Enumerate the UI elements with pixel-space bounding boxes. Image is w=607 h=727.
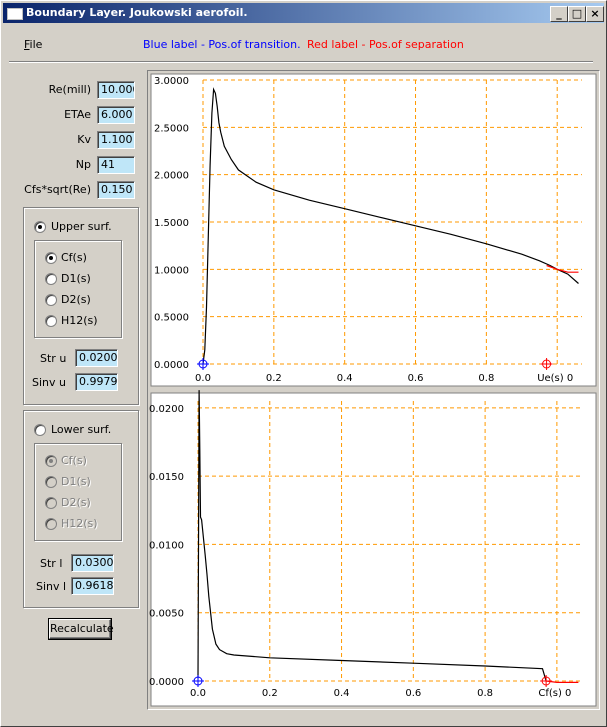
x-tick-label: 0.0	[190, 688, 206, 699]
upper-option-h12-radio[interactable]	[45, 315, 57, 327]
minimize-button[interactable]: _	[550, 6, 568, 22]
x-axis-label: Cf(s) 0	[538, 688, 571, 699]
lower-str-field[interactable]: 0.0300	[71, 554, 114, 572]
lower-surface-group: Lower surf. Cf(s) D1(s) D2(s) H12(s) Str…	[23, 410, 139, 608]
plots-svg: 0.0000 0.5000 1.0000 1.5000 2.0000 2.5000 3.00…	[149, 73, 597, 707]
upper-sinv-label: Sinv u	[32, 376, 66, 389]
y-tick-label: 0.0150	[149, 472, 184, 483]
x-tick-label: 0.4	[337, 373, 353, 384]
lower-str-label: Str l	[40, 557, 63, 570]
window-title: Boundary Layer. Joukowski aerofoil.	[26, 6, 248, 19]
lower-option-d1-label: D1(s)	[61, 475, 91, 488]
y-tick-label: 0.0050	[149, 609, 184, 620]
y-tick-label: 3.0000	[154, 76, 189, 87]
lower-surface-radio[interactable]	[34, 424, 46, 436]
app-icon	[7, 8, 23, 20]
menu-separator	[9, 61, 593, 63]
param-field-np[interactable]: 41	[97, 156, 135, 174]
x-tick-label: 0.4	[334, 688, 350, 699]
lower-plot: 0.0000 0.0050 0.0100 0.0150 0.0200 0.0 0.2 0.4 0…	[149, 390, 597, 707]
y-tick-label: 0.0100	[149, 540, 184, 551]
upper-sinv-field[interactable]: 0.9979	[75, 373, 118, 391]
plot-background	[150, 392, 597, 707]
y-tick-label: 0.0000	[149, 677, 184, 688]
upper-option-h12-label[interactable]: H12(s)	[61, 314, 98, 327]
lower-surface-label[interactable]: Lower surf.	[51, 423, 111, 436]
param-field-kv[interactable]: 1.100	[97, 131, 135, 149]
x-tick-label: 0.6	[408, 373, 424, 384]
upper-option-cf-label[interactable]: Cf(s)	[61, 251, 87, 264]
x-tick-label: 0.2	[266, 373, 282, 384]
recalculate-button[interactable]: Recalculate	[49, 619, 114, 639]
y-tick-label: 2.0000	[154, 171, 189, 182]
plot-panel: 0.0000 0.5000 1.0000 1.5000 2.0000 2.5000 3.00…	[147, 70, 600, 710]
y-tick-label: 0.5000	[154, 313, 189, 324]
upper-surface-group: Upper surf. Cf(s) D1(s) D2(s) H12(s) Str…	[23, 207, 139, 405]
param-field-etae[interactable]: 6.000	[97, 106, 135, 124]
upper-option-d2-label[interactable]: D2(s)	[61, 293, 91, 306]
y-tick-label: 2.5000	[154, 123, 189, 134]
upper-option-cf-radio[interactable]	[45, 252, 57, 264]
lower-option-d2-radio	[45, 497, 57, 509]
upper-surface-label[interactable]: Upper surf.	[51, 220, 112, 233]
param-label-kv: Kv	[77, 133, 91, 146]
lower-sinv-label: Sinv l	[36, 580, 67, 593]
upper-option-d1-radio[interactable]	[45, 273, 57, 285]
param-label-etae: ETAe	[64, 108, 91, 121]
param-label-re: Re(mill)	[48, 83, 91, 96]
param-label-np: Np	[75, 158, 91, 171]
menu-file[interactable]: File	[24, 38, 42, 51]
x-tick-label: 0.8	[477, 688, 493, 699]
x-tick-label: 0.8	[478, 373, 494, 384]
y-tick-label: 0.0200	[149, 404, 184, 415]
upper-option-d1-label[interactable]: D1(s)	[61, 272, 91, 285]
title-bar[interactable]: Boundary Layer. Joukowski aerofoil. _ □ …	[3, 3, 604, 23]
lower-options-group: Cf(s) D1(s) D2(s) H12(s)	[34, 443, 122, 541]
lower-option-h12-radio	[45, 518, 57, 530]
upper-options-group: Cf(s) D1(s) D2(s) H12(s)	[34, 240, 122, 338]
upper-plot: 0.0000 0.5000 1.0000 1.5000 2.0000 2.5000 3.00…	[150, 73, 597, 387]
maximize-button[interactable]: □	[568, 6, 586, 22]
lower-option-h12-label: H12(s)	[61, 517, 98, 530]
y-tick-label: 0.0000	[154, 360, 189, 371]
param-field-cfs[interactable]: 0.150	[97, 181, 135, 199]
menu-bar: File Blue label - Pos.of transition. Red…	[3, 35, 604, 55]
upper-surface-radio[interactable]	[34, 221, 46, 233]
lower-sinv-field[interactable]: 0.9618	[71, 577, 114, 595]
param-label-cfs: Cfs*sqrt(Re)	[24, 183, 91, 196]
main-window: Boundary Layer. Joukowski aerofoil. _ □ …	[0, 0, 607, 727]
x-tick-label: 0.6	[405, 688, 421, 699]
transition-legend: Blue label - Pos.of transition.	[143, 38, 301, 51]
param-field-re[interactable]: 10.000	[97, 81, 135, 99]
x-tick-label: 0.0	[195, 373, 211, 384]
separation-legend: Red label - Pos.of separation	[307, 38, 464, 51]
x-tick-label: 0.2	[262, 688, 278, 699]
upper-str-label: Str u	[40, 352, 67, 365]
lower-option-cf-label: Cf(s)	[61, 454, 87, 467]
upper-str-field[interactable]: 0.0200	[75, 349, 118, 367]
x-axis-label: Ue(s) 0	[537, 373, 573, 384]
plot-background	[150, 73, 597, 387]
y-tick-label: 1.0000	[154, 265, 189, 276]
upper-option-d2-radio[interactable]	[45, 294, 57, 306]
lower-option-cf-radio	[45, 455, 57, 467]
y-tick-label: 1.5000	[154, 218, 189, 229]
close-button[interactable]: ×	[586, 6, 604, 22]
lower-option-d1-radio	[45, 476, 57, 488]
lower-option-d2-label: D2(s)	[61, 496, 91, 509]
